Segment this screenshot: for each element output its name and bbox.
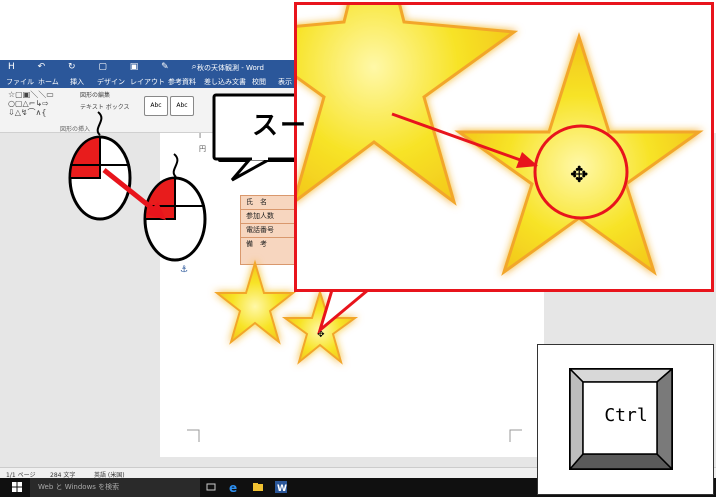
zoomed-star-copy	[454, 32, 704, 276]
zoomed-view-panel: ✥	[294, 2, 714, 292]
anchor-icon: ⚓	[180, 265, 188, 275]
mouse-icon-left-click	[68, 111, 132, 221]
callout-text: スー	[251, 111, 308, 141]
star-shape-original	[214, 259, 296, 345]
zoomed-stars: ✥	[297, 5, 704, 276]
ctrl-key-label: Ctrl	[604, 405, 648, 426]
zoomed-move-cursor-icon: ✥	[570, 163, 588, 188]
